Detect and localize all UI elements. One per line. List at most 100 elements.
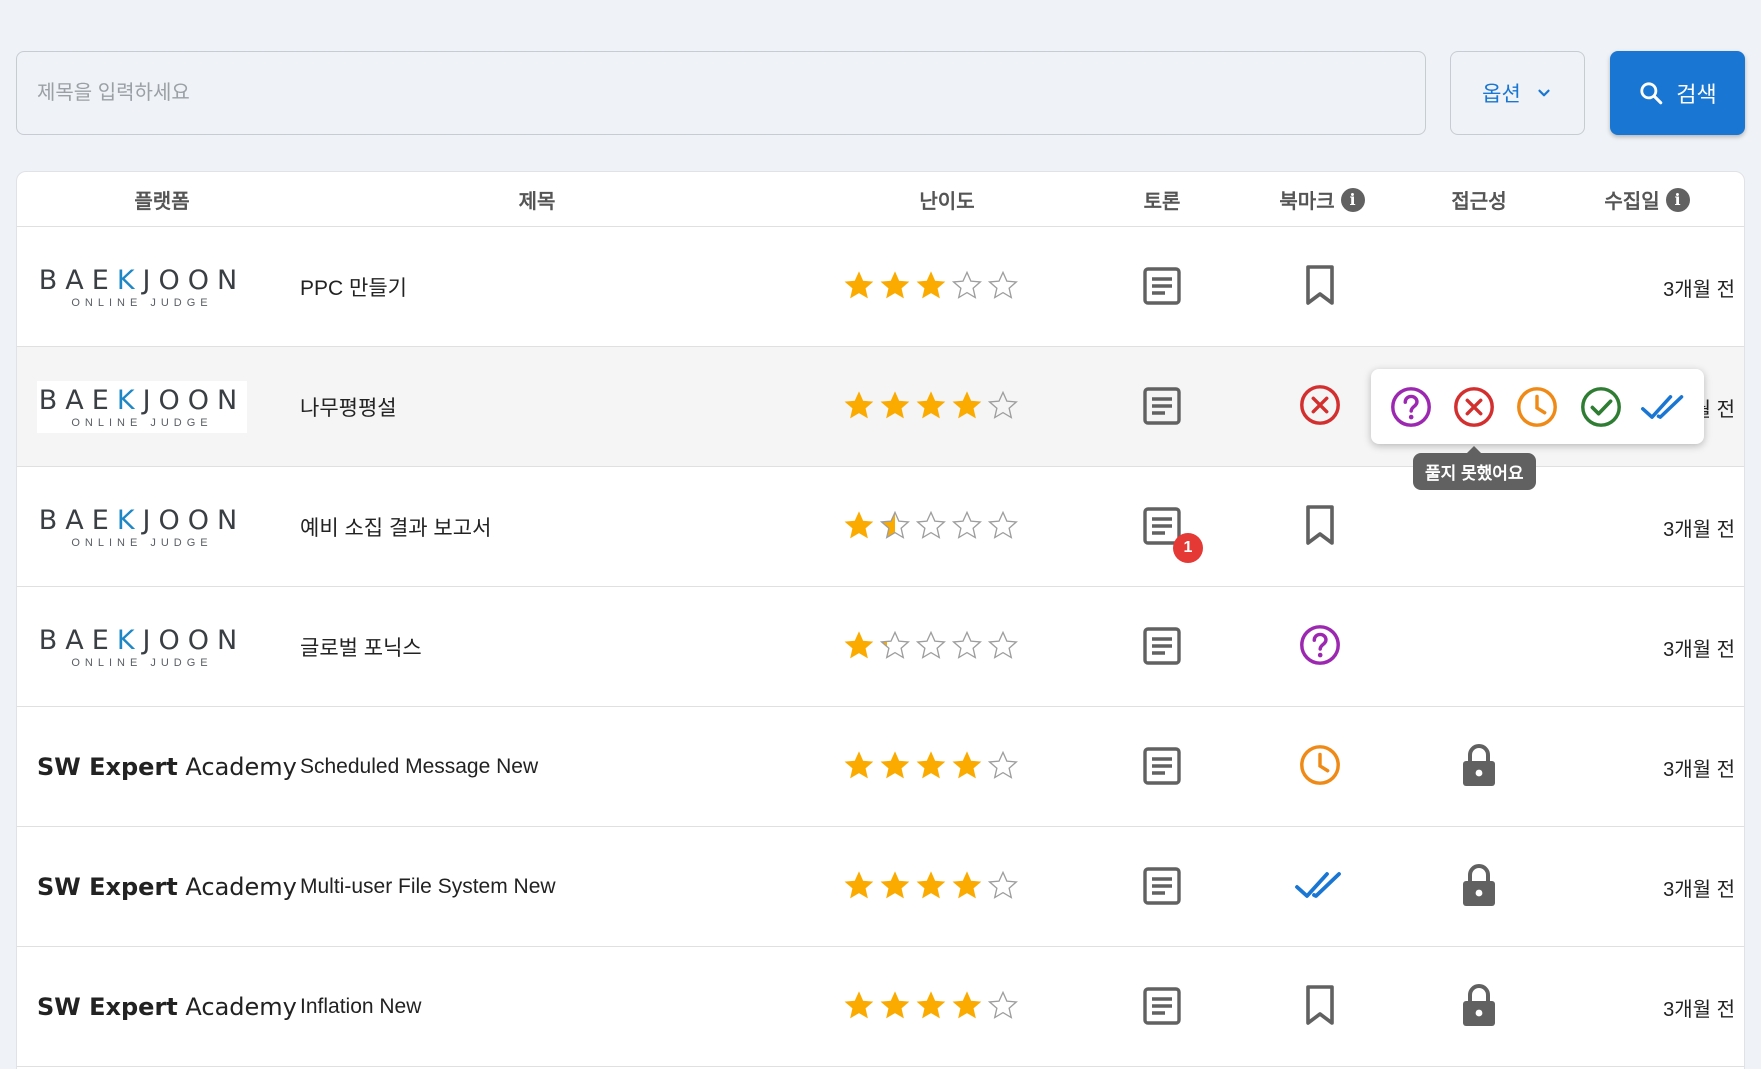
swea-logo: SW Expert Academy xyxy=(37,993,297,1021)
discussion-icon[interactable] xyxy=(1141,985,1185,1029)
popover-option-solved-icon[interactable] xyxy=(1577,383,1625,431)
header-platform[interactable]: 플랫폼 xyxy=(87,172,237,227)
difficulty-stars xyxy=(843,467,1053,587)
table-header: 플랫폼 제목 난이도 토론 북마크 i 접근성 수집일 i xyxy=(17,172,1744,227)
bookmark-icon[interactable] xyxy=(1300,263,1340,312)
header-difficulty[interactable]: 난이도 xyxy=(847,172,1047,227)
baekjoon-logo: BAEKJOON ONLINE JUDGE xyxy=(37,381,247,433)
bookmark-icon[interactable] xyxy=(1300,983,1340,1032)
bookmark-cell xyxy=(1290,587,1350,707)
accessibility-cell xyxy=(1449,227,1509,347)
question-status-icon[interactable] xyxy=(1297,622,1343,673)
problem-title[interactable]: Scheduled Message New xyxy=(300,707,800,827)
header-accessibility[interactable]: 접근성 xyxy=(1414,172,1544,227)
popover-option-pending-icon[interactable] xyxy=(1513,383,1561,431)
star-empty-icon xyxy=(951,629,983,666)
star-half-icon xyxy=(879,509,911,546)
problem-title[interactable]: 글로벌 포닉스 xyxy=(300,587,800,707)
star-empty-icon xyxy=(987,869,1019,906)
table-row[interactable]: SW Expert Academy Inflation New 3개월 전 xyxy=(17,947,1744,1067)
baekjoon-logo: BAEKJOON ONLINE JUDGE xyxy=(37,265,247,309)
table-row[interactable]: BAEKJOON ONLINE JUDGE 글로벌 포닉스 3개월 전 xyxy=(17,587,1744,707)
star-filled-icon xyxy=(879,749,911,786)
platform-cell: BAEKJOON ONLINE JUDGE xyxy=(37,467,267,587)
search-button[interactable]: 검색 xyxy=(1610,51,1745,135)
pending-status-icon[interactable] xyxy=(1297,742,1343,793)
discussion-icon[interactable] xyxy=(1141,745,1185,789)
star-empty-icon xyxy=(987,989,1019,1026)
discussion-cell xyxy=(1133,347,1193,467)
star-filled-icon xyxy=(951,749,983,786)
accessibility-cell xyxy=(1449,707,1509,827)
platform-cell: BAEKJOON ONLINE JUDGE xyxy=(37,347,267,467)
fail-status-icon[interactable] xyxy=(1297,382,1343,433)
table-row[interactable]: BAEKJOON ONLINE JUDGE PPC 만들기 3개월 전 xyxy=(17,227,1744,347)
discussion-icon[interactable] xyxy=(1141,865,1185,909)
accessibility-cell xyxy=(1449,587,1509,707)
table-row[interactable]: SW Expert Academy Scheduled Message New … xyxy=(17,707,1744,827)
star-filled-icon xyxy=(951,869,983,906)
collected-date: 3개월 전 xyxy=(1663,878,1735,901)
options-label: 옵션 xyxy=(1482,83,1521,106)
problem-title[interactable]: 예비 소집 결과 보고서 xyxy=(300,467,800,587)
discussion-icon[interactable] xyxy=(1141,265,1185,309)
header-title[interactable]: 제목 xyxy=(437,172,637,227)
baekjoon-logo-subtitle: ONLINE JUDGE xyxy=(71,537,213,549)
header-collected[interactable]: 수집일 i xyxy=(1562,172,1732,227)
popover-option-reviewed-icon[interactable] xyxy=(1640,383,1688,431)
star-empty-icon xyxy=(987,749,1019,786)
discussion-cell xyxy=(1133,947,1193,1067)
problem-title[interactable]: Inflation New xyxy=(300,947,800,1067)
collected-date: 3개월 전 xyxy=(1663,518,1735,541)
reviewed-status-icon[interactable] xyxy=(1294,865,1346,910)
discussion-icon[interactable] xyxy=(1141,625,1185,669)
search-input[interactable] xyxy=(16,51,1426,135)
star-filled-icon xyxy=(843,749,875,786)
accessibility-cell xyxy=(1449,947,1509,1067)
lock-icon xyxy=(1459,981,1499,1034)
star-empty-icon xyxy=(951,509,983,546)
problem-title[interactable]: PPC 만들기 xyxy=(300,227,800,347)
search-icon xyxy=(1640,82,1663,105)
collected-info-icon[interactable]: i xyxy=(1665,187,1690,212)
discussion-count-badge: 1 xyxy=(1173,533,1203,563)
options-dropdown-button[interactable]: 옵션 xyxy=(1450,51,1585,135)
popover-option-fail-icon[interactable] xyxy=(1450,383,1498,431)
problem-title[interactable]: 나무평평설 xyxy=(300,347,800,467)
collected-date: 3개월 전 xyxy=(1663,758,1735,781)
status-popover xyxy=(1371,369,1704,444)
collected-date: 3개월 전 xyxy=(1663,278,1735,301)
lock-icon xyxy=(1459,741,1499,794)
problem-table: 플랫폼 제목 난이도 토론 북마크 i 접근성 수집일 i BAEKJOON O… xyxy=(16,171,1745,1069)
platform-cell: SW Expert Academy xyxy=(37,827,297,947)
discussion-icon[interactable] xyxy=(1141,385,1185,429)
problem-title[interactable]: Multi-user File System New xyxy=(300,827,800,947)
discussion-cell: 1 xyxy=(1133,467,1203,587)
discussion-cell xyxy=(1133,587,1193,707)
star-filled-icon xyxy=(879,989,911,1026)
star-filled-icon xyxy=(879,389,911,426)
bookmark-icon[interactable] xyxy=(1300,503,1340,552)
star-filled-icon xyxy=(843,509,875,546)
star-empty-icon xyxy=(987,269,1019,306)
table-row[interactable]: SW Expert Academy Multi-user File System… xyxy=(17,827,1744,947)
bookmark-info-icon[interactable]: i xyxy=(1340,187,1365,212)
bookmark-cell xyxy=(1290,707,1350,827)
star-filled-icon xyxy=(843,269,875,306)
star-filled-icon xyxy=(951,989,983,1026)
bookmark-cell xyxy=(1290,467,1350,587)
lock-icon xyxy=(1459,861,1499,914)
star-filled-icon xyxy=(879,269,911,306)
platform-cell: BAEKJOON ONLINE JUDGE xyxy=(37,587,267,707)
star-filled-icon xyxy=(915,989,947,1026)
header-bookmark[interactable]: 북마크 i xyxy=(1237,172,1407,227)
discussion-icon[interactable]: 1 xyxy=(1141,505,1203,563)
star-half-icon xyxy=(879,629,911,666)
header-discussion[interactable]: 토론 xyxy=(1097,172,1227,227)
star-filled-icon xyxy=(915,749,947,786)
accessibility-cell xyxy=(1449,827,1509,947)
difficulty-stars xyxy=(843,947,1053,1067)
bookmark-cell xyxy=(1290,947,1350,1067)
popover-option-question-icon[interactable] xyxy=(1387,383,1435,431)
bookmark-cell xyxy=(1290,827,1350,947)
